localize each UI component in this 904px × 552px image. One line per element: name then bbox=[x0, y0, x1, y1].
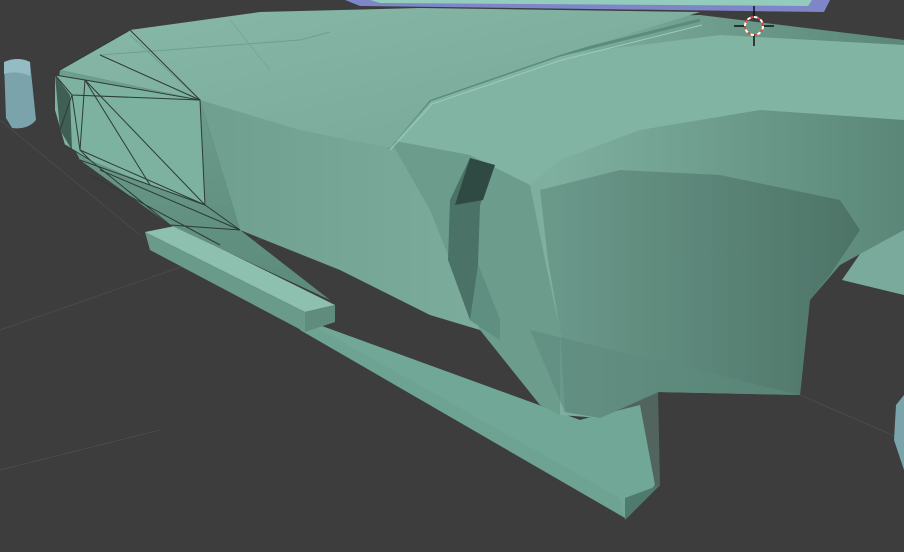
scene-canvas[interactable] bbox=[0, 0, 904, 552]
side-mirror-mesh[interactable] bbox=[4, 59, 36, 129]
3d-viewport[interactable] bbox=[0, 0, 904, 552]
